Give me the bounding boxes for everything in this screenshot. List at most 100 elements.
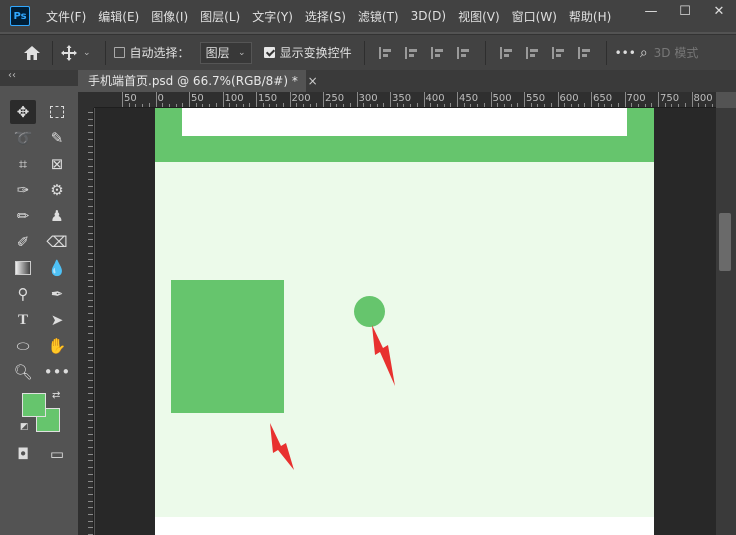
hand-tool-icon[interactable]: ✋ (44, 334, 70, 358)
ruler-tick (222, 92, 224, 107)
ruler-tick (591, 92, 592, 107)
show-transform-checkbox[interactable] (263, 47, 275, 58)
distribute-icon[interactable] (456, 46, 471, 59)
align-middle-icon[interactable] (525, 46, 540, 59)
zoom-tool-icon[interactable]: 🔍︎ (10, 360, 36, 384)
ruler-tick (88, 112, 93, 113)
vertical-scrollbar[interactable] (716, 108, 736, 535)
brush-tool-icon[interactable]: ✏ (10, 204, 36, 228)
move-tool-icon[interactable]: ✥ (10, 100, 36, 124)
ruler-tick (390, 92, 391, 107)
auto-select-checkbox[interactable] (113, 47, 125, 58)
frame-tool-icon[interactable]: ⊠ (44, 152, 70, 176)
align-top-icon[interactable] (499, 46, 514, 59)
panel-collapse-toggle[interactable]: ‹‹ (0, 70, 78, 86)
home-icon[interactable] (20, 41, 44, 65)
ruler-minor-tick (537, 104, 539, 107)
menu-edit[interactable]: 编辑(E) (98, 8, 139, 25)
document-canvas[interactable] (155, 108, 654, 535)
spot-healing-tool-icon[interactable]: ⚙ (44, 178, 70, 202)
ruler-minor-tick (168, 104, 170, 107)
ruler-minor-tick (671, 104, 673, 107)
ruler-minor-tick (483, 103, 485, 107)
vertical-ruler[interactable] (78, 108, 94, 535)
3d-mode-label[interactable]: 3D 模式 (654, 44, 699, 61)
green-circle-shape[interactable] (354, 296, 385, 327)
ruler-tick-label: 700 (626, 93, 646, 104)
ruler-tick (88, 366, 93, 368)
ruler-tick (88, 286, 93, 288)
minimize-button[interactable]: — (634, 0, 668, 22)
align-bottom-icon[interactable] (551, 46, 566, 59)
ruler-tick (658, 92, 659, 107)
default-colors-icon[interactable]: ◩ (20, 422, 29, 432)
maximize-button[interactable]: ☐ (668, 0, 702, 22)
green-rectangle-shape[interactable] (171, 280, 284, 413)
ruler-minor-tick (396, 103, 398, 107)
ruler-tick (356, 92, 358, 107)
align-left-icon[interactable] (378, 46, 393, 59)
menu-image[interactable]: 图像(I) (151, 8, 188, 25)
ruler-minor-tick (195, 103, 197, 107)
menu-select[interactable]: 选择(S) (305, 8, 346, 25)
path-select-tool-icon[interactable]: ➤ (44, 308, 70, 332)
screen-mode-icon[interactable]: ▭ (44, 442, 70, 466)
dodge-tool-icon[interactable]: ⚲ (10, 282, 36, 306)
tab-close-icon[interactable]: × (308, 74, 318, 88)
eyedropper-tool-icon[interactable]: ✑ (10, 178, 36, 202)
menu-window[interactable]: 窗口(W) (512, 8, 557, 25)
ruler-tick (88, 246, 93, 247)
search-icon[interactable]: ⌕ (640, 45, 648, 61)
menu-bar: Ps 文件(F) 编辑(E) 图像(I) 图层(L) 文字(Y) 选择(S) 滤… (0, 0, 736, 32)
ruler-minor-tick (637, 104, 639, 107)
ruler-minor-tick (215, 103, 217, 107)
scrollbar-thumb[interactable] (719, 213, 731, 271)
horizontal-ruler[interactable]: 50 0 50 100 150 200 250 300 350 400 450 500 550 600 65… (94, 92, 716, 108)
move-tool-preset[interactable]: ⌄ (61, 44, 91, 61)
ruler-tick (88, 138, 93, 140)
crop-tool-icon[interactable]: ⌗ (10, 152, 36, 176)
ruler-tick (88, 152, 93, 154)
menu-view[interactable]: 视图(V) (458, 8, 500, 25)
distribute-vertical-icon[interactable] (577, 46, 592, 59)
ruler-tick (88, 179, 93, 180)
document-tab[interactable]: 手机端首页.psd @ 66.7%(RGB/8#) * × (78, 70, 318, 92)
document-tab-bar: 手机端首页.psd @ 66.7%(RGB/8#) * × (78, 70, 736, 92)
marquee-tool-icon[interactable] (44, 100, 70, 124)
quick-select-tool-icon[interactable]: ✎ (44, 126, 70, 150)
blur-tool-icon[interactable]: 💧 (44, 256, 70, 280)
more-tools-icon[interactable]: ••• (44, 360, 71, 384)
pen-tool-icon[interactable]: ✒ (44, 282, 70, 306)
history-brush-tool-icon[interactable]: ✐ (10, 230, 36, 254)
menu-filter[interactable]: 滤镜(T) (358, 8, 399, 25)
ruler-tick (88, 319, 93, 321)
stamp-tool-icon[interactable]: ♟ (44, 204, 70, 228)
more-options-icon[interactable]: ••• (615, 46, 636, 60)
ruler-tick (88, 386, 93, 388)
lasso-tool-icon[interactable]: ➰ (10, 126, 36, 150)
type-tool-icon[interactable]: T (10, 308, 36, 332)
menu-layer[interactable]: 图层(L) (200, 8, 240, 25)
align-right-icon[interactable] (430, 46, 445, 59)
menu-3d[interactable]: 3D(D) (411, 9, 446, 23)
align-center-icon[interactable] (404, 46, 419, 59)
close-button[interactable]: ✕ (702, 0, 736, 22)
menu-file[interactable]: 文件(F) (46, 8, 86, 25)
workspace-pasteboard[interactable] (95, 108, 716, 535)
quick-mask-icon[interactable]: ◘ (10, 442, 36, 466)
ruler-tick (88, 359, 93, 361)
ruler-minor-tick (376, 104, 378, 107)
menu-help[interactable]: 帮助(H) (569, 8, 611, 25)
gradient-tool-icon[interactable] (10, 256, 36, 280)
swap-colors-icon[interactable]: ⇄ (52, 390, 60, 401)
ellipse-tool-icon[interactable]: ⬭ (10, 334, 36, 358)
eraser-tool-icon[interactable]: ⌫ (44, 230, 70, 254)
layer-select-dropdown[interactable]: 图层 ⌄ (199, 41, 252, 64)
ruler-tick (88, 333, 93, 335)
photoshop-logo[interactable]: Ps (10, 6, 30, 26)
ruler-minor-tick (430, 103, 432, 107)
ruler-tick-label: 50 (191, 93, 204, 104)
header-white-bar[interactable] (182, 108, 627, 136)
menu-type[interactable]: 文字(Y) (252, 8, 293, 25)
foreground-color-swatch[interactable] (22, 393, 46, 417)
